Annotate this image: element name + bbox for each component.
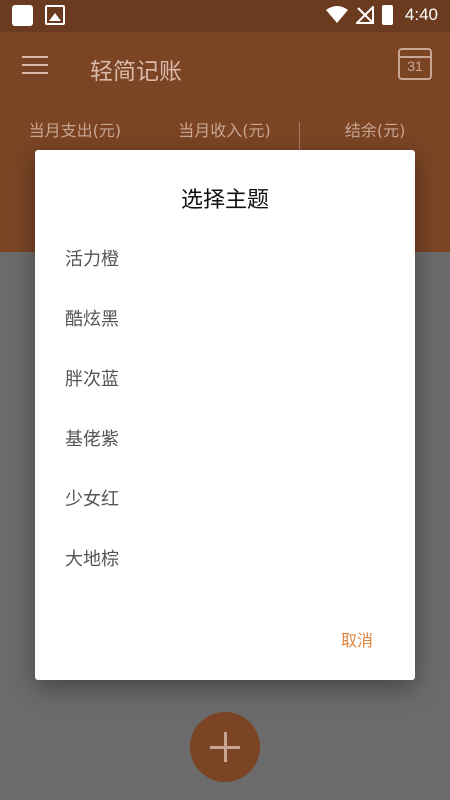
calendar-icon[interactable]: 31 (398, 48, 432, 80)
theme-option-orange[interactable]: 活力橙 (35, 230, 415, 290)
theme-dialog: 选择主题 活力橙 酷炫黑 胖次蓝 基佬紫 少女红 大地棕 取消 (35, 150, 415, 680)
theme-option-blue[interactable]: 胖次蓝 (35, 350, 415, 410)
menu-icon[interactable] (22, 56, 48, 76)
no-signal-icon (355, 6, 374, 24)
calendar-day: 31 (407, 58, 423, 74)
theme-options: 活力橙 酷炫黑 胖次蓝 基佬紫 少女红 大地棕 (35, 230, 415, 590)
status-bar: 4:40 (0, 0, 450, 32)
dialog-title: 选择主题 (180, 188, 269, 213)
cancel-button[interactable]: 取消 (341, 627, 373, 651)
image-icon (45, 5, 65, 25)
theme-option-black[interactable]: 酷炫黑 (35, 290, 415, 350)
theme-option-red[interactable]: 少女红 (35, 470, 415, 530)
notification-square-icon (12, 5, 33, 26)
battery-charging-icon (381, 5, 393, 25)
status-time: 4:40 (404, 5, 438, 24)
theme-option-purple[interactable]: 基佬紫 (35, 410, 415, 470)
add-record-button[interactable] (190, 712, 260, 782)
theme-option-brown[interactable]: 大地棕 (35, 530, 415, 590)
app-title: 轻简记账 (90, 59, 182, 85)
wifi-icon (325, 6, 348, 23)
